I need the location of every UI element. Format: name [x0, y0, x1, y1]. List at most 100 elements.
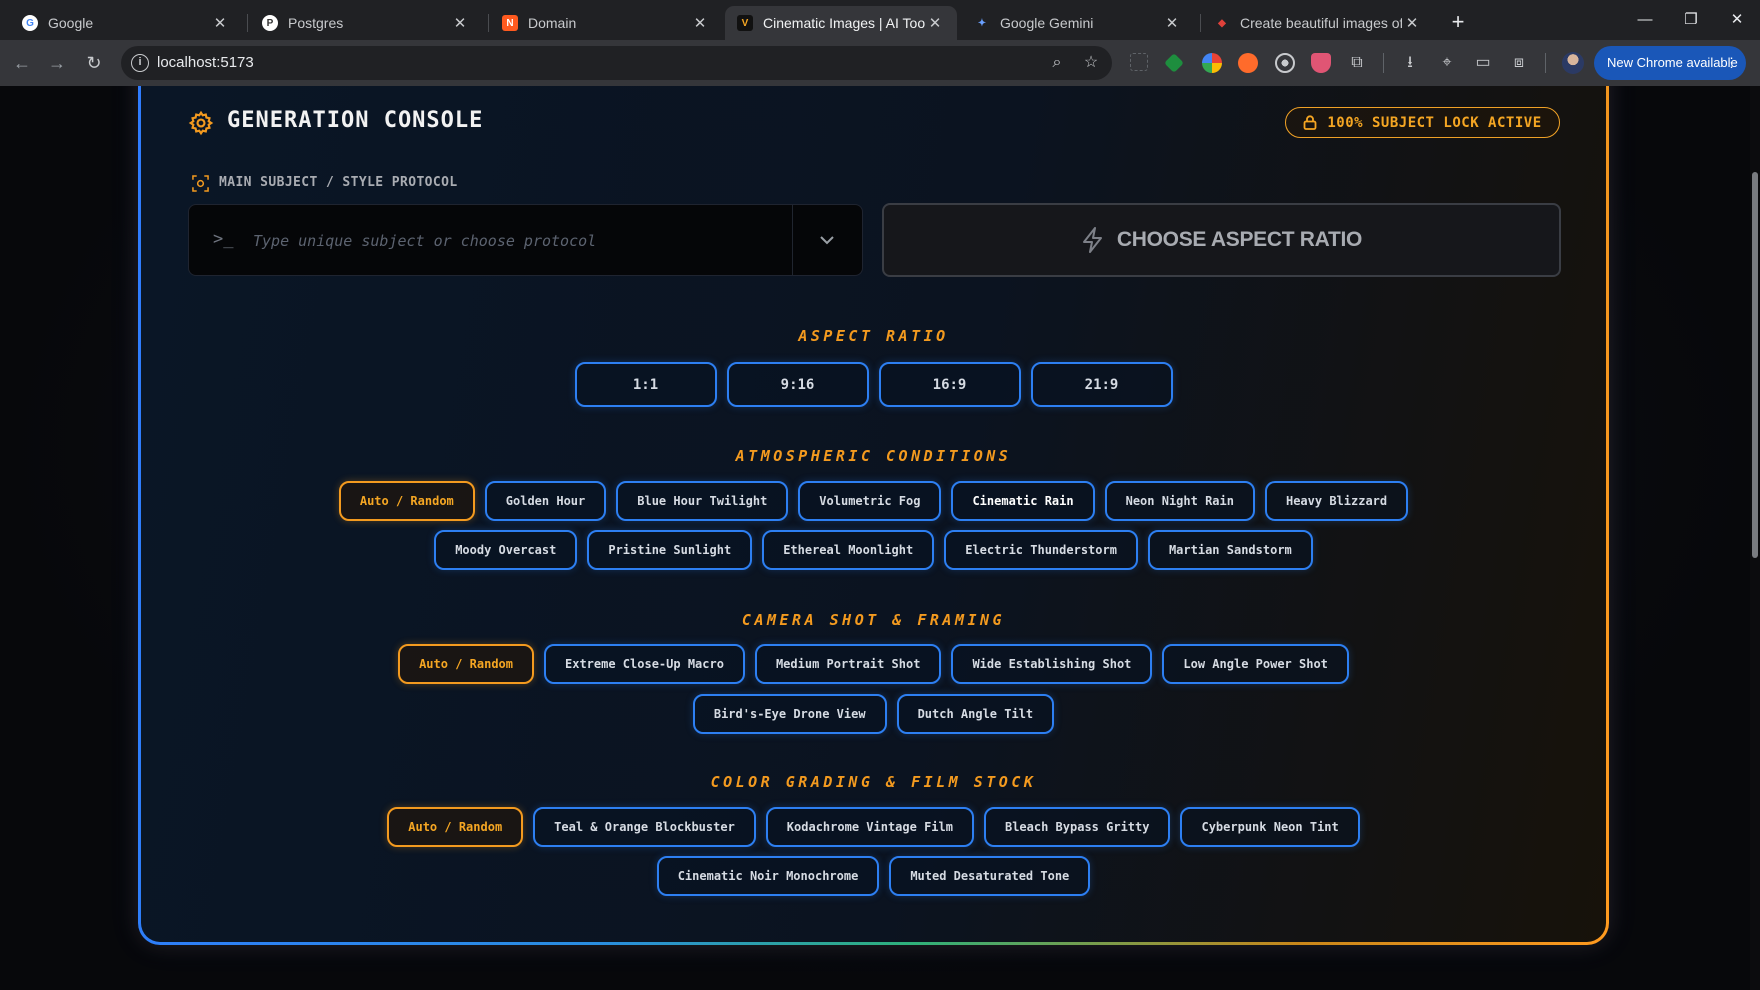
back-arrow-icon[interactable]: ← [10, 51, 34, 75]
tab-title: Cinematic Images | AI Tools Pro [763, 15, 925, 31]
camera-option-wide-establishing[interactable]: Wide Establishing Shot [951, 644, 1153, 684]
atmospheric-options-row-1: Auto / Random Golden Hour Blue Hour Twil… [138, 481, 1609, 521]
tab-divider [488, 14, 489, 32]
tab-strip: G Google ✕ P Postgres ✕ N Domain ✕ V Cin… [0, 0, 1760, 40]
orange-extension-icon[interactable] [1238, 53, 1258, 73]
zoom-icon[interactable]: ⌕ [1047, 53, 1067, 73]
close-tab-icon[interactable]: ✕ [690, 14, 710, 32]
more-menu-icon[interactable]: ⋮ [1725, 46, 1738, 80]
color-grading-options-row-1: Auto / Random Teal & Orange Blockbuster … [138, 807, 1609, 847]
atmo-option-heavy-blizzard[interactable]: Heavy Blizzard [1264, 481, 1409, 521]
color-grading-heading: COLOR GRADING & FILM STOCK [710, 773, 1037, 791]
shield-extension-icon[interactable] [1311, 53, 1331, 73]
tab-title: Google [48, 15, 94, 31]
grade-option-muted-desaturated[interactable]: Muted Desaturated Tone [889, 856, 1091, 896]
gemini-favicon-icon: ✦ [977, 17, 987, 29]
camera-option-medium-portrait[interactable]: Medium Portrait Shot [754, 644, 942, 684]
colorful-extension-icon[interactable] [1202, 53, 1222, 73]
ratio-option-1-1[interactable]: 1:1 [574, 362, 717, 407]
tab-domain[interactable]: N Domain ✕ [490, 6, 722, 40]
aspect-ratio-options: 1:1 9:16 16:9 21:9 [138, 362, 1609, 407]
tab-postgres[interactable]: P Postgres ✕ [250, 6, 482, 40]
close-tab-icon[interactable]: ✕ [450, 14, 470, 32]
tab-google-gemini[interactable]: ✦ Google Gemini ✕ [962, 6, 1194, 40]
minimize-icon[interactable]: — [1622, 0, 1668, 40]
update-label: New Chrome available [1607, 55, 1738, 70]
site-info-icon[interactable]: i [131, 54, 149, 72]
lightning-bolt-icon [1082, 227, 1102, 253]
target-extension-icon[interactable] [1275, 53, 1295, 73]
atmo-option-moody-overcast[interactable]: Moody Overcast [434, 530, 578, 570]
tab-search-icon[interactable]: ⧈ [1509, 53, 1529, 73]
address-bar[interactable]: i localhost:5173 ⌕ ☆ [121, 46, 1112, 80]
atmo-option-golden-hour[interactable]: Golden Hour [484, 481, 607, 521]
create-images-favicon-icon: ◆ [1218, 17, 1226, 29]
camera-option-dutch-angle[interactable]: Dutch Angle Tilt [896, 694, 1055, 734]
profile-avatar[interactable] [1562, 52, 1584, 74]
cinematic-favicon-icon: V [737, 15, 753, 31]
ratio-option-16-9[interactable]: 16:9 [878, 362, 1021, 407]
grade-option-cyberpunk-neon[interactable]: Cyberpunk Neon Tint [1180, 807, 1360, 847]
tab-title: Domain [528, 15, 577, 31]
atmo-option-electric-thunderstorm[interactable]: Electric Thunderstorm [944, 530, 1138, 570]
atmo-option-martian-sandstorm[interactable]: Martian Sandstorm [1147, 530, 1313, 570]
camera-option-extreme-close-up[interactable]: Extreme Close-Up Macro [544, 644, 745, 684]
atmo-option-pristine-sunlight[interactable]: Pristine Sunlight [587, 530, 753, 570]
close-tab-icon[interactable]: ✕ [925, 14, 945, 32]
tab-create-images[interactable]: ◆ Create beautiful images of your ✕ [1202, 6, 1434, 40]
ratio-option-9-16[interactable]: 9:16 [726, 362, 869, 407]
new-tab-plus-icon[interactable]: + [1444, 8, 1472, 36]
close-tab-icon[interactable]: ✕ [1402, 14, 1422, 32]
ratio-option-21-9[interactable]: 21:9 [1030, 362, 1173, 407]
scrollbar-thumb[interactable] [1752, 172, 1758, 558]
page-title: GENERATION CONSOLE [227, 108, 484, 133]
tab-divider [1200, 14, 1201, 32]
chrome-update-button[interactable]: New Chrome available ⋮ [1594, 46, 1746, 80]
grade-option-teal-orange[interactable]: Teal & Orange Blockbuster [533, 807, 756, 847]
download-icon[interactable]: ⭳ [1400, 53, 1420, 73]
atmo-option-auto-random[interactable]: Auto / Random [338, 481, 475, 521]
subject-input[interactable] [253, 223, 773, 259]
grade-option-kodachrome[interactable]: Kodachrome Vintage Film [765, 807, 974, 847]
browser-toolbar: ← → ↻ i localhost:5173 ⌕ ☆ ⧉ ⭳ ⌖ ▭ ⧈ New… [0, 40, 1760, 86]
postgres-favicon-icon: P [262, 15, 278, 31]
extensions-puzzle-icon[interactable]: ⧉ [1347, 53, 1367, 73]
camera-option-birds-eye[interactable]: Bird's-Eye Drone View [692, 694, 887, 734]
atmospheric-heading: ATMOSPHERIC CONDITIONS [735, 447, 1012, 465]
screenshot-extension-icon[interactable] [1130, 53, 1148, 71]
restore-icon[interactable]: ❐ [1668, 0, 1714, 40]
close-tab-icon[interactable]: ✕ [210, 14, 230, 32]
atmo-option-blue-hour-twilight[interactable]: Blue Hour Twilight [616, 481, 789, 521]
tab-google[interactable]: G Google ✕ [10, 6, 242, 40]
toolbar-divider [1545, 53, 1546, 73]
grade-option-cinematic-noir[interactable]: Cinematic Noir Monochrome [656, 856, 880, 896]
camera-option-low-angle[interactable]: Low Angle Power Shot [1162, 644, 1349, 684]
reload-icon[interactable]: ↻ [82, 51, 106, 75]
grade-option-auto-random[interactable]: Auto / Random [387, 807, 524, 847]
tab-cinematic-images[interactable]: V Cinematic Images | AI Tools Pro ✕ [725, 6, 957, 40]
camera-options-row-2: Bird's-Eye Drone View Dutch Angle Tilt [138, 694, 1609, 734]
tab-divider [247, 14, 248, 32]
choose-aspect-ratio-button[interactable]: CHOOSE ASPECT RATIO [882, 203, 1561, 277]
close-window-icon[interactable]: ✕ [1714, 0, 1760, 40]
atmo-option-neon-night-rain[interactable]: Neon Night Rain [1104, 481, 1255, 521]
close-tab-icon[interactable]: ✕ [1162, 14, 1182, 32]
bookmark-star-icon[interactable]: ☆ [1081, 53, 1101, 73]
atmo-option-cinematic-rain[interactable]: Cinematic Rain [951, 481, 1095, 521]
page-scrollbar[interactable] [1750, 86, 1760, 990]
gear-icon [188, 110, 214, 136]
chevron-down-icon[interactable] [807, 227, 847, 255]
subject-section-label: MAIN SUBJECT / STYLE PROTOCOL [219, 175, 458, 190]
url-text: localhost:5173 [157, 54, 254, 71]
forward-arrow-icon[interactable]: → [45, 51, 69, 75]
atmo-option-ethereal-moonlight[interactable]: Ethereal Moonlight [762, 530, 935, 570]
grade-option-bleach-bypass[interactable]: Bleach Bypass Gritty [983, 807, 1171, 847]
location-pin-icon[interactable]: ⌖ [1437, 53, 1457, 73]
green-extension-icon[interactable] [1164, 53, 1184, 73]
devices-icon[interactable]: ▭ [1473, 53, 1493, 73]
aspect-button-label: CHOOSE ASPECT RATIO [1116, 228, 1363, 251]
atmo-option-volumetric-fog[interactable]: Volumetric Fog [798, 481, 942, 521]
lock-badge-label: 100% SUBJECT LOCK ACTIVE [1327, 114, 1542, 131]
input-divider [792, 205, 793, 275]
camera-option-auto-random[interactable]: Auto / Random [398, 644, 534, 684]
